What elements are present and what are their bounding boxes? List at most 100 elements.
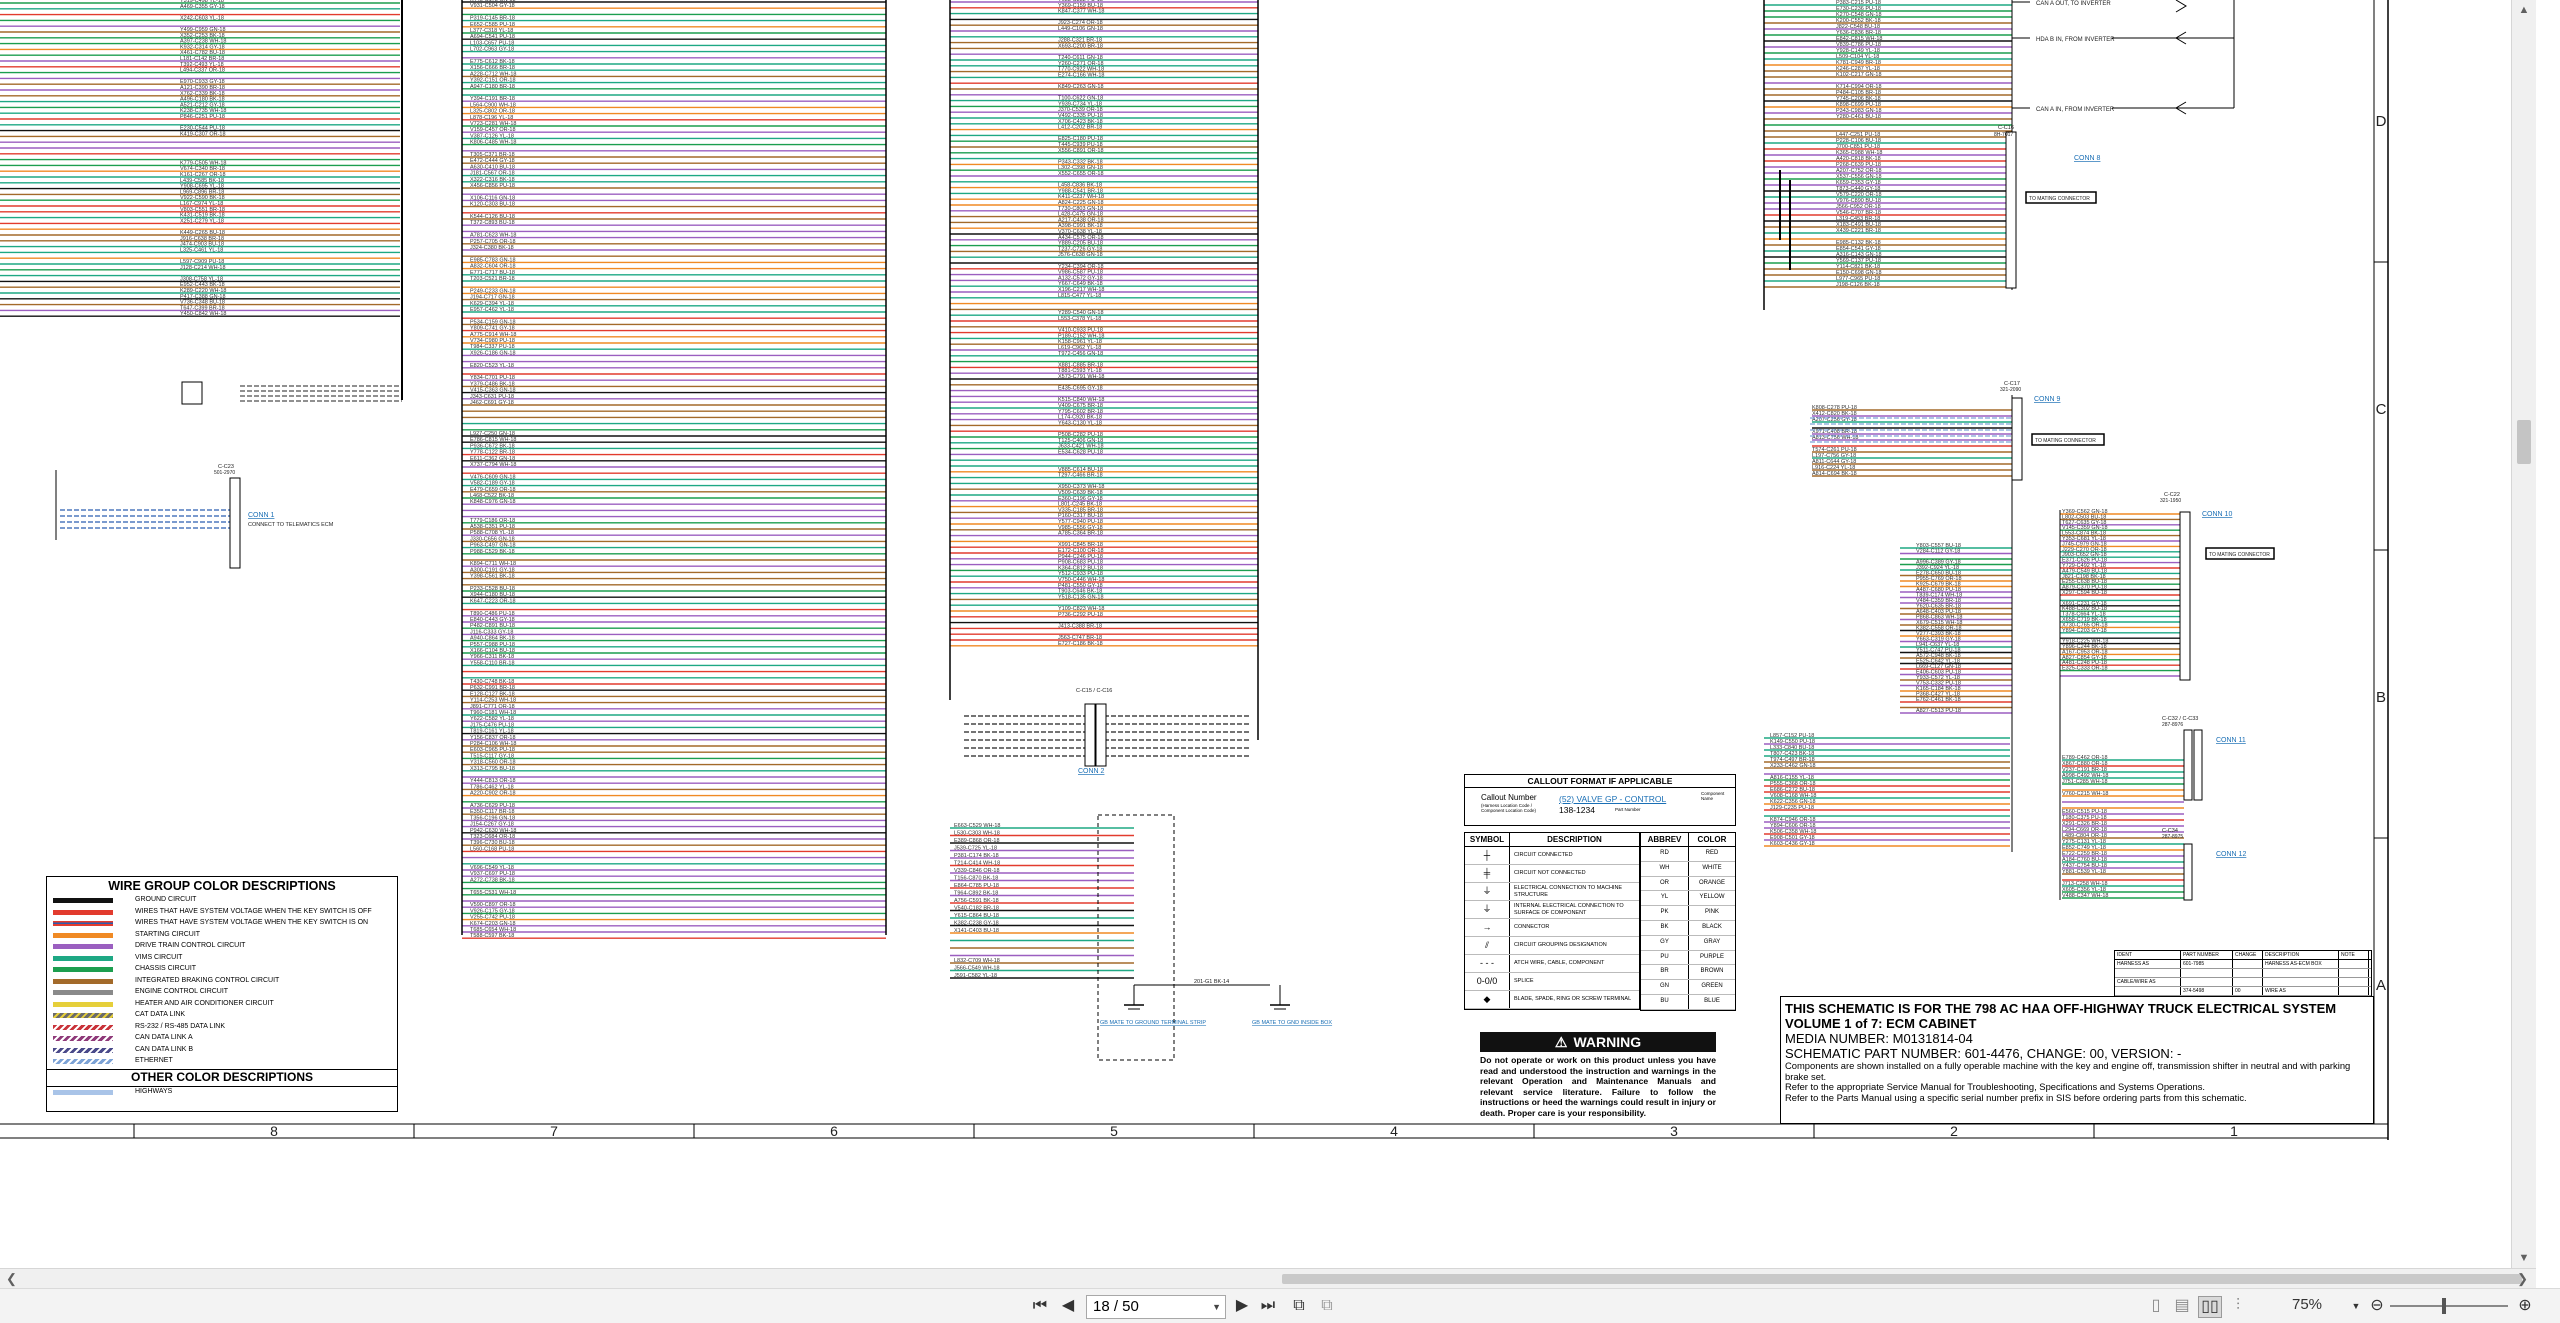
first-page-icon[interactable]: ⏮ <box>1030 1296 1050 1316</box>
color-col-header: COLOR <box>1697 835 1727 844</box>
symbol-table: SYMBOL DESCRIPTION ┼ CIRCUIT CONNECTED ╪ CI… <box>1464 832 1640 1010</box>
wire-label: L564-C900 WH-18 <box>470 102 516 108</box>
abbrev-code: BK <box>1641 920 1689 935</box>
scroll-up-icon[interactable]: ▲ <box>2512 0 2536 20</box>
vertical-scrollbar[interactable]: ▲ ▼ <box>2511 0 2536 1268</box>
zone-letter-b: B <box>2376 689 2386 706</box>
wire-label: Y518-C135 GN-18 <box>1058 594 1104 600</box>
abbrev-rows: RD RED WH WHITE OR ORANGE YL YELLOW PK PINK BK BLAC… <box>1641 847 1735 1010</box>
symbol-description: CIRCUIT CONNECTED <box>1514 852 1573 859</box>
single-page-icon[interactable]: ▯ <box>2146 1296 2166 1316</box>
zoom-level[interactable]: 75% <box>2292 1296 2322 1313</box>
wire-label: P284-C106 WH-18 <box>470 741 516 747</box>
highways-label: HIGHWAYS <box>135 1087 173 1095</box>
wire-label: E128-C127 BK-18 <box>470 691 515 697</box>
inverter-label-1: CAN A OUT, TO INVERTER <box>2036 1 2111 7</box>
wire-label: E957-C462 YL-18 <box>470 307 514 313</box>
conn11-part: 287-8976 <box>2162 722 2183 728</box>
zoom-in-icon[interactable]: ⊕ <box>2516 1296 2534 1316</box>
wire-label: P534-C159 GN-18 <box>470 319 516 325</box>
chevron-down-icon[interactable]: ▼ <box>1206 1296 1221 1318</box>
wire-label: V540-C182 BR-18 <box>954 906 999 912</box>
other-legend-title: OTHER COLOR DESCRIPTIONS <box>47 1068 397 1087</box>
wire-label: P846-C251 PU-18 <box>180 114 225 120</box>
horizontal-scrollbar[interactable]: ❮ ❯ <box>0 1268 2536 1289</box>
conn10-label[interactable]: CONN 10 <box>2202 511 2232 518</box>
fit-page-icon[interactable]: ⧉ <box>1316 1296 1338 1316</box>
wire-label: Y114-C253 WH-18 <box>470 698 516 704</box>
legend-swatch <box>53 909 113 915</box>
scroll-down-icon[interactable]: ▼ <box>2512 1248 2536 1268</box>
symbol-description: CIRCUIT GROUPING DESIGNATION <box>1514 942 1607 949</box>
wire-label: T819-C161 YL-18 <box>470 729 514 735</box>
conn8-label[interactable]: CONN 8 <box>2074 155 2101 162</box>
schematic-part-number: SCHEMATIC PART NUMBER: 601-4476, CHANGE:… <box>1785 1046 2182 1061</box>
conn2-label[interactable]: CONN 2 <box>1078 768 1105 775</box>
callout-sub: (Harness Location Code / Component Locat… <box>1481 803 1537 813</box>
callout-component-name[interactable]: (52) VALVE GP - CONTROL <box>1559 794 1666 804</box>
wire-label: X439-C221 BR-18 <box>1836 228 1881 234</box>
vertical-scroll-thumb[interactable] <box>2517 420 2531 464</box>
fit-width-icon[interactable]: ⧉ <box>1288 1296 1310 1316</box>
page-number-field[interactable]: 18 / 50 ▼ <box>1086 1295 1226 1319</box>
legend-swatch <box>53 1013 113 1018</box>
wire-label: A785-C364 BR-18 <box>1058 531 1103 537</box>
zoom-out-icon[interactable]: ⊖ <box>2368 1296 2386 1316</box>
callout-part-number: 138-1234 <box>1559 805 1595 815</box>
wire-label: L702-C963 GY-18 <box>470 47 514 53</box>
abbrev-color: GREEN <box>1701 983 1723 990</box>
revision-header-cell: IDENT <box>2115 951 2181 959</box>
continuous-icon[interactable]: ▤ <box>2172 1296 2192 1316</box>
wire-label: J576-C638 GN-18 <box>1058 252 1103 258</box>
abbrev-color: BLACK <box>1702 923 1722 930</box>
wire-label: P942-C630 WH-18 <box>470 828 516 834</box>
legend-item: WIRES THAT HAVE SYSTEM VOLTAGE WHEN THE … <box>47 918 397 930</box>
wire-label: A469-C355 GY-18 <box>180 4 225 10</box>
conn9-mating[interactable]: TO MATING CONNECTOR <box>2035 438 2096 444</box>
scroll-right-icon[interactable]: ❯ <box>2517 1271 2528 1287</box>
legend-item: ENGINE CONTROL CIRCUIT <box>47 987 397 999</box>
document-viewer[interactable]: Y319-C498 YL-18 A469-C355 GY-18 X242-C603 … <box>0 0 2536 1268</box>
wire-label: L560-C168 PU-18 <box>470 846 514 852</box>
legend-swatch <box>53 944 113 949</box>
wire-label: E274-C166 WH-18 <box>1058 72 1104 78</box>
zoom-slider[interactable] <box>2390 1298 2508 1314</box>
conn11-label[interactable]: CONN 11 <box>2216 737 2246 744</box>
legend-item: INTEGRATED BRAKING CONTROL CIRCUIT <box>47 976 397 988</box>
callout-title: CALLOUT FORMAT IF APPLICABLE <box>1465 775 1735 788</box>
ground-label-1[interactable]: GB MATE TO GROUND TERMINAL STRIP <box>1100 1020 1206 1026</box>
horizontal-scroll-thumb[interactable] <box>1282 1274 2522 1284</box>
page-number-text[interactable]: 18 / 50 <box>1087 1298 1139 1315</box>
conn9-label[interactable]: CONN 9 <box>2034 396 2061 403</box>
ground-label-2[interactable]: GB MATE TO GND INSIDE BOX <box>1252 1020 1332 1026</box>
prev-page-icon[interactable]: ◀ <box>1058 1296 1078 1316</box>
legend-swatch <box>53 1001 113 1007</box>
conn8-mating[interactable]: TO MATING CONNECTOR <box>2029 196 2090 202</box>
wire-label: K102-C217 GN-18 <box>1836 72 1882 78</box>
legend-item: STARTING CIRCUIT <box>47 930 397 942</box>
zoom-dropdown-icon[interactable]: ▼ <box>2350 1296 2362 1316</box>
legend-label: VIMS CIRCUIT <box>135 953 183 961</box>
symbol-row: ◆ BLADE, SPADE, RING OR SCREW TERMINAL <box>1465 991 1639 1009</box>
facing-icon[interactable]: ▯▯ <box>2198 1296 2222 1318</box>
wire-label: E985-C783 GN-18 <box>470 257 516 263</box>
zoom-slider-knob[interactable] <box>2442 1298 2446 1314</box>
conn10-mating[interactable]: TO MATING CONNECTOR <box>2209 552 2270 558</box>
wire-label: J128-C214 WH-18 <box>180 265 226 271</box>
abbrev-row: BR BROWN <box>1641 965 1735 981</box>
conn12-label[interactable]: CONN 12 <box>2216 851 2246 858</box>
scroll-left-icon[interactable]: ❮ <box>6 1271 17 1287</box>
legend-items: GROUND CIRCUIT WIRES THAT HAVE SYSTEM VOL… <box>47 895 397 1068</box>
conn1-label[interactable]: CONN 1 <box>248 512 275 519</box>
split-icon[interactable]: ⫶ <box>2228 1296 2248 1316</box>
wire-label: J116-C333 GY-18 <box>470 629 513 635</box>
wire-label: P588-C708 YL-18 <box>470 530 514 536</box>
last-page-icon[interactable]: ⏭ <box>1258 1296 1278 1316</box>
legend-item: CHASSIS CIRCUIT <box>47 964 397 976</box>
wire-label: T786-C462 YL-18 <box>470 784 514 790</box>
next-page-icon[interactable]: ▶ <box>1232 1296 1252 1316</box>
wire-label: Y156-C837 OR-18 <box>470 735 516 741</box>
abbrev-code: GY <box>1641 935 1689 950</box>
wire-label: T984-C337 PU-18 <box>470 344 515 350</box>
abbrev-color: YELLOW <box>1699 894 1725 901</box>
